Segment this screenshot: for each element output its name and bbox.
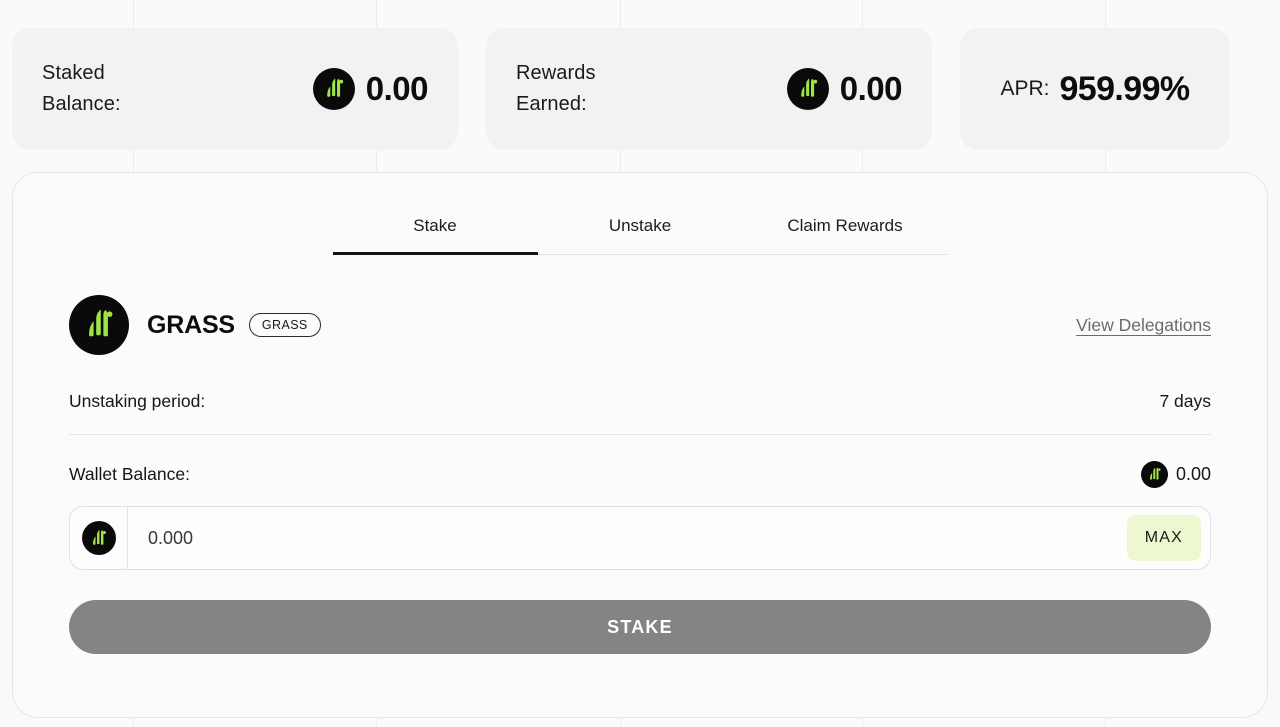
staking-page: Staked Balance: 0.00 Rewards Earned: 0.0… [0,0,1280,727]
tabs: Stake Unstake Claim Rewards [69,173,1211,255]
token-symbol-badge: GRASS [248,312,321,338]
token-name: GRASS [147,310,235,339]
staking-panel: Stake Unstake Claim Rewards GRASS GRASS … [12,172,1268,718]
rewards-earned-value-wrap: 0.00 [786,68,903,110]
wallet-balance-value-wrap: 0.00 [1140,461,1211,488]
stats-row: Staked Balance: 0.00 Rewards Earned: 0.0… [0,0,1280,150]
amount-input-field: MAX [69,506,1211,570]
unstaking-period-row: Unstaking period: 7 days [69,391,1211,435]
stake-amount-input[interactable] [128,507,1127,569]
tab-stake[interactable]: Stake [332,215,538,255]
apr-label: APR: [1000,77,1050,100]
wallet-balance-label: Wallet Balance: [69,464,190,484]
tab-unstake[interactable]: Unstake [538,215,743,255]
staked-balance-card: Staked Balance: 0.00 [12,28,458,150]
staked-balance-label: Staked Balance: [42,62,121,115]
grass-token-icon [1140,461,1168,488]
grass-token-icon [786,68,829,110]
max-button[interactable]: MAX [1126,515,1201,561]
grass-token-icon [81,521,116,555]
rewards-earned-label: Rewards Earned: [516,62,596,115]
apr-card: APR: 959.99% [960,28,1230,150]
tab-claim-rewards[interactable]: Claim Rewards [743,215,948,255]
unstaking-period-label: Unstaking period: [69,391,206,411]
view-delegations-link[interactable]: View Delegations [1076,315,1211,336]
token-header-row: GRASS GRASS View Delegations [69,295,1211,355]
unstaking-period-value: 7 days [1159,391,1211,411]
tabs-inner: Stake Unstake Claim Rewards [332,215,948,255]
amount-token-icon-slot [70,507,128,569]
apr-value: 959.99% [1059,69,1190,108]
rewards-earned-value: 0.00 [839,70,903,107]
wallet-balance-row: Wallet Balance: 0.00 [69,461,1211,488]
staked-balance-value: 0.00 [365,70,429,107]
grass-token-icon [312,68,355,110]
rewards-earned-card: Rewards Earned: 0.00 [486,28,932,150]
grass-token-icon [69,295,129,355]
wallet-balance-value: 0.00 [1175,464,1211,484]
staked-balance-value-wrap: 0.00 [312,68,429,110]
stake-button[interactable]: STAKE [69,600,1211,654]
